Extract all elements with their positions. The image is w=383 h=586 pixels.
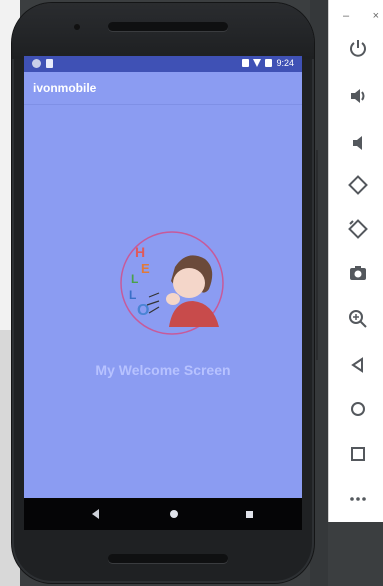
screenshot-button[interactable] <box>347 262 369 284</box>
logo-face <box>173 268 205 298</box>
zoom-icon <box>349 310 367 328</box>
wifi-icon <box>253 59 262 67</box>
app-title: ivonmobile <box>33 81 97 95</box>
logo-letter-l2: L <box>129 288 136 302</box>
more-icon <box>350 497 366 501</box>
volume-up-icon <box>351 89 365 103</box>
logo-letter-e: E <box>141 261 150 276</box>
bottom-speaker <box>108 554 228 563</box>
power-button[interactable] <box>347 37 369 59</box>
overview-icon <box>245 510 253 518</box>
volume-down-button[interactable] <box>347 132 369 154</box>
home-button[interactable] <box>347 398 369 420</box>
status-bar: 9:24 <box>24 56 302 72</box>
phone-top-bezel <box>12 3 314 59</box>
camera-icon <box>350 266 366 280</box>
back-button[interactable] <box>347 354 369 376</box>
home-icon <box>351 402 365 416</box>
logo-letter-h: H <box>135 244 145 260</box>
device-screen: 9:24 ivonmobile H E L L O My Welcome Scr… <box>24 56 302 530</box>
hello-logo: H E L L O <box>120 231 224 335</box>
overview-button[interactable] <box>347 443 369 465</box>
front-camera <box>74 24 80 30</box>
status-notifications <box>32 59 53 68</box>
nav-home-button[interactable] <box>163 498 185 530</box>
status-time: 9:24 <box>276 58 294 68</box>
power-icon <box>350 40 366 57</box>
logo-body <box>169 301 219 327</box>
logo-letter-l1: L <box>131 272 138 286</box>
volume-up-button[interactable] <box>347 85 369 107</box>
sd-card-icon <box>46 59 53 68</box>
location-icon <box>242 59 250 67</box>
rotate-left-icon <box>348 175 368 195</box>
rotate-left-button[interactable] <box>347 174 369 196</box>
nav-back-button[interactable] <box>84 498 106 530</box>
app-bar: ivonmobile <box>24 72 302 105</box>
rotate-right-icon <box>348 219 368 239</box>
overview-icon <box>351 447 365 461</box>
navigation-bar <box>24 498 302 530</box>
nav-overview-button[interactable] <box>238 498 260 530</box>
window-edge <box>316 150 324 360</box>
home-icon <box>170 510 178 518</box>
emulator-toolbar: – × <box>328 0 383 522</box>
welcome-text: My Welcome Screen <box>95 362 231 378</box>
battery-icon <box>265 59 273 67</box>
more-button[interactable] <box>347 488 369 510</box>
zoom-button[interactable] <box>347 308 369 330</box>
top-speaker <box>108 22 228 31</box>
volume-down-icon <box>353 136 362 150</box>
back-icon <box>351 357 363 373</box>
logo-hand <box>166 293 180 305</box>
rotate-right-button[interactable] <box>347 218 369 240</box>
close-button[interactable]: × <box>373 10 379 24</box>
notification-icon <box>32 59 41 68</box>
phone-frame: 9:24 ivonmobile H E L L O My Welcome Scr… <box>12 3 314 583</box>
back-icon <box>91 509 99 519</box>
status-indicators: 9:24 <box>242 58 294 68</box>
emulator-window-controls: – × <box>343 10 379 24</box>
minimize-button[interactable]: – <box>343 10 349 24</box>
